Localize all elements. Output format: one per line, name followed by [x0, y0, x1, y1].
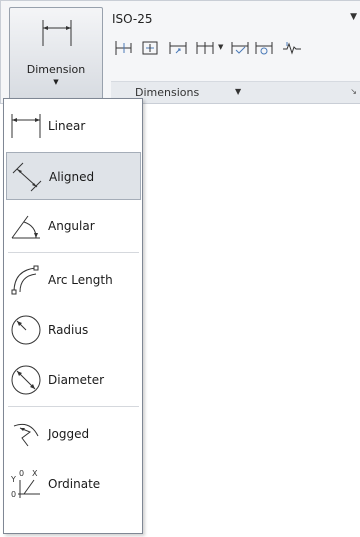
dimension-button[interactable]: Dimension ▼ — [9, 7, 103, 100]
menu-item-arc-length[interactable]: Arc Length — [6, 256, 141, 304]
menu-item-ordinate[interactable]: Y0X0 Ordinate — [6, 460, 141, 508]
chevron-down-icon: ▼ — [53, 78, 59, 86]
menu-item-aligned[interactable]: Aligned — [6, 152, 141, 200]
jogged-icon — [10, 418, 42, 450]
panel-title-label: Dimensions — [135, 86, 200, 99]
linear-dimension-icon — [39, 14, 75, 50]
chevron-down-icon: ▼ — [350, 12, 357, 22]
dimension-style-combo[interactable]: ISO-25 ▼ — [111, 9, 360, 29]
chevron-down-icon[interactable]: ▼ — [218, 43, 223, 51]
dimension-style-value: ISO-25 — [112, 12, 153, 26]
svg-text:Y: Y — [10, 475, 16, 484]
menu-item-radius[interactable]: Radius — [6, 306, 141, 354]
menu-item-label: Arc Length — [48, 273, 113, 287]
menu-separator — [8, 252, 139, 253]
menu-item-label: Ordinate — [48, 477, 101, 491]
linear-icon — [10, 110, 42, 142]
aligned-icon — [11, 161, 43, 193]
ordinate-icon: Y0X0 — [10, 468, 42, 500]
menu-item-label: Radius — [48, 323, 89, 337]
menu-item-label: Linear — [48, 119, 86, 133]
dim-tool-6-icon[interactable] — [253, 37, 275, 59]
svg-text:0: 0 — [19, 469, 24, 478]
menu-item-label: Diameter — [48, 373, 105, 387]
menu-item-diameter[interactable]: Diameter — [6, 356, 141, 404]
menu-item-angular[interactable]: Angular — [6, 202, 141, 250]
diameter-icon — [10, 364, 42, 396]
dim-tool-3-icon[interactable] — [167, 37, 189, 59]
menu-item-label: Aligned — [49, 170, 95, 184]
menu-item-label: Jogged — [48, 427, 90, 441]
panel-launcher-icon[interactable]: ↘ — [350, 87, 357, 96]
radius-icon — [10, 314, 42, 346]
dimension-button-label: Dimension — [26, 63, 86, 76]
dim-tool-2-icon[interactable] — [139, 37, 161, 59]
chevron-down-icon: ▼ — [235, 87, 242, 96]
menu-item-jogged[interactable]: Jogged — [6, 410, 141, 458]
svg-text:X: X — [32, 469, 38, 478]
angular-icon — [10, 210, 42, 242]
dimension-dropdown-menu: Linear Aligned Angular Arc Length Radius… — [3, 98, 143, 534]
svg-text:0: 0 — [11, 490, 16, 499]
dim-tool-5-icon[interactable] — [229, 37, 251, 59]
dim-tool-4-icon[interactable] — [195, 37, 217, 59]
menu-item-linear[interactable]: Linear — [6, 102, 141, 150]
dim-tool-7-icon[interactable] — [281, 37, 303, 59]
dim-tool-1-icon[interactable] — [113, 37, 135, 59]
menu-separator — [8, 406, 139, 407]
menu-item-label: Angular — [48, 219, 95, 233]
annotate-ribbon-panel: Dimension ▼ ISO-25 ▼ ▼ Dimensions ▼ ↘ — [0, 0, 360, 104]
dimensions-panel-title[interactable]: Dimensions ▼ ↘ — [111, 81, 360, 103]
arc-length-icon — [10, 264, 42, 296]
